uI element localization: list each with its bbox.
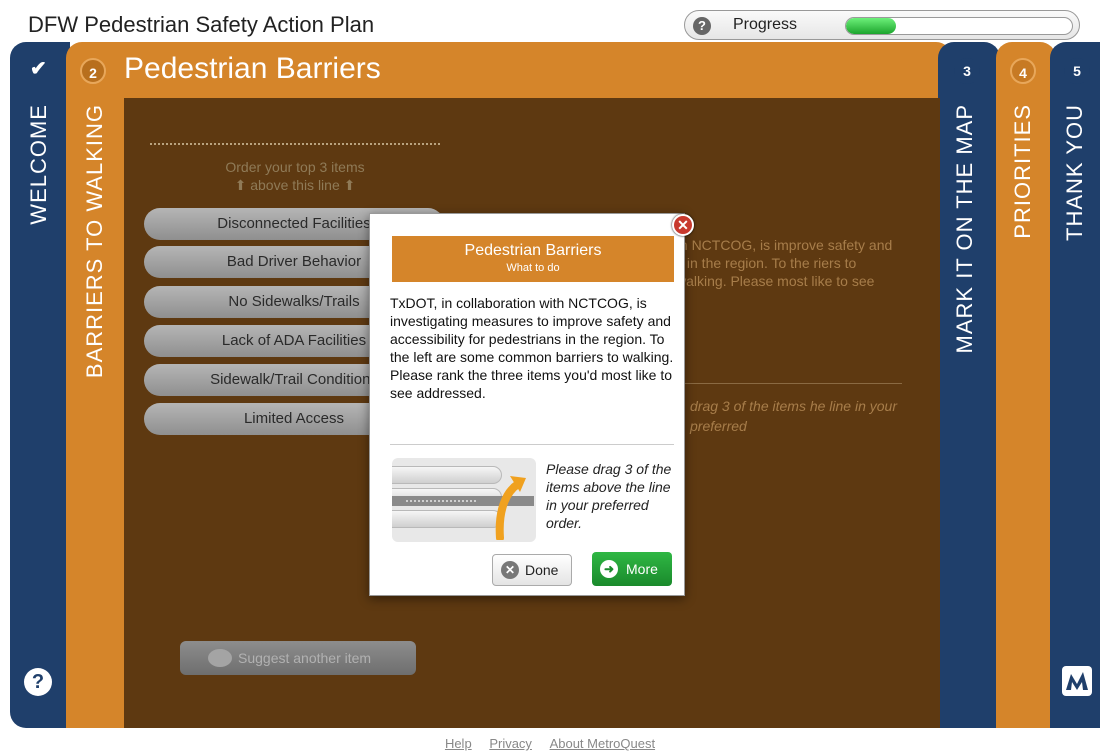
- modal-title: Pedestrian Barriers: [464, 242, 602, 259]
- footer-help-link[interactable]: Help: [445, 736, 472, 751]
- order-instruction-line2: ⬆ above this line ⬆: [150, 176, 440, 194]
- step-map-label[interactable]: MARK IT ON THE MAP: [952, 104, 978, 353]
- speech-bubble-icon: [208, 649, 232, 667]
- footer-privacy-link[interactable]: Privacy: [489, 736, 532, 751]
- step-welcome-label[interactable]: WELCOME: [26, 104, 52, 225]
- modal-body-text: TxDOT, in collaboration with NCTCOG, is …: [390, 295, 674, 401]
- illustration-pill: [392, 466, 502, 484]
- curved-arrow-icon: [495, 476, 526, 540]
- instructions-modal: Pedestrian Barriers What to do TxDOT, in…: [369, 213, 685, 596]
- footer: Help Privacy About MetroQuest: [0, 736, 1100, 751]
- step-thanks-label[interactable]: THANK YOU: [1062, 104, 1088, 241]
- up-arrow-icon: ⬆: [343, 177, 356, 193]
- background-divider: [676, 383, 902, 384]
- order-instructions: Order your top 3 items ⬆ above this line…: [150, 158, 440, 194]
- more-label: More: [626, 561, 658, 577]
- close-x-icon: ✕: [501, 561, 519, 579]
- modal-close-icon[interactable]: ✕: [672, 214, 694, 236]
- more-button[interactable]: ➜ More: [592, 552, 672, 586]
- metroquest-logo-icon[interactable]: [1062, 666, 1092, 696]
- step-map-number: 3: [954, 58, 980, 84]
- progress-label: Progress: [733, 16, 798, 33]
- step-barriers-label[interactable]: BARRIERS TO WALKING: [82, 104, 108, 378]
- suggest-item-button[interactable]: Suggest another item: [180, 641, 416, 675]
- drag-instruction-note: Please drag 3 of the items above the lin…: [546, 461, 672, 531]
- modal-subtitle: What to do: [506, 262, 560, 274]
- step-priorities-number: 4: [1010, 58, 1036, 84]
- drag-illustration: [392, 458, 536, 542]
- suggest-item-label: Suggest another item: [238, 650, 372, 666]
- step-priorities-label[interactable]: PRIORITIES: [1010, 104, 1036, 239]
- arrow-right-icon: ➜: [600, 560, 618, 578]
- step-barriers-number: 2: [80, 58, 106, 84]
- app-root: DFW Pedestrian Safety Action Plan ? Prog…: [0, 0, 1100, 754]
- done-label: Done: [525, 562, 559, 578]
- help-icon[interactable]: ?: [24, 668, 52, 696]
- modal-divider: [390, 444, 674, 445]
- done-button[interactable]: ✕ Done: [492, 554, 572, 586]
- step-thanks-number: 5: [1064, 58, 1090, 84]
- order-instruction-text: above this line: [250, 177, 340, 193]
- illustration-pill: [392, 510, 502, 528]
- modal-header: Pedestrian Barriers What to do: [392, 236, 674, 282]
- progress-help-icon[interactable]: ?: [693, 17, 711, 35]
- up-arrow-icon: ⬆: [234, 177, 247, 193]
- progress-bar-fill: [846, 18, 896, 34]
- welcome-check-icon: ✔: [30, 58, 47, 80]
- background-intro-text: th NCTCOG, is improve safety and s in th…: [676, 237, 893, 289]
- progress-indicator[interactable]: ? Progress: [684, 10, 1080, 40]
- app-title: DFW Pedestrian Safety Action Plan: [28, 12, 375, 37]
- background-drag-text: drag 3 of the items he line in your pref…: [690, 398, 898, 434]
- order-instruction-line1: Order your top 3 items: [225, 159, 365, 175]
- top-three-divider: [150, 143, 440, 145]
- page-title: Pedestrian Barriers: [124, 52, 381, 85]
- footer-about-link[interactable]: About MetroQuest: [550, 736, 656, 751]
- progress-bar: [845, 17, 1073, 35]
- illustration-dots: [406, 500, 476, 502]
